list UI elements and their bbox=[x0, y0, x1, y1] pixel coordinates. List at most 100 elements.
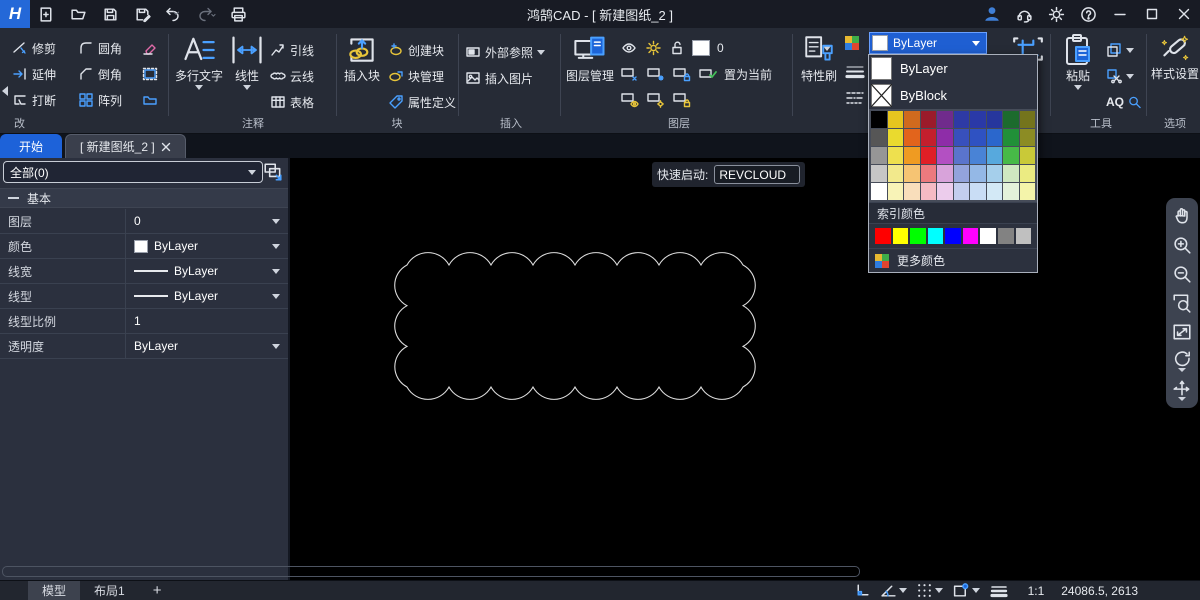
layer-freeze-icon[interactable] bbox=[646, 66, 666, 82]
undo-button[interactable] bbox=[158, 1, 190, 27]
maximize-button[interactable] bbox=[1136, 1, 1168, 27]
new-file-button[interactable] bbox=[30, 1, 62, 27]
palette-swatch[interactable] bbox=[1020, 111, 1036, 128]
palette-swatch[interactable] bbox=[954, 183, 970, 200]
color-option-bylayer[interactable]: ByLayer bbox=[869, 55, 1037, 82]
tab-start[interactable]: 开始 bbox=[0, 134, 62, 158]
palette-swatch[interactable] bbox=[871, 111, 887, 128]
index-color-swatch[interactable] bbox=[945, 228, 961, 244]
app-logo-icon[interactable]: H bbox=[0, 0, 30, 28]
polar-tracking-button[interactable] bbox=[880, 582, 907, 599]
palette-swatch[interactable] bbox=[921, 111, 937, 128]
palette-swatch[interactable] bbox=[1003, 147, 1019, 164]
mtext-button[interactable]: 多行文字 bbox=[172, 32, 226, 90]
tab-close-icon[interactable] bbox=[161, 142, 171, 152]
tab-drawing[interactable]: [ 新建图纸_2 ] bbox=[65, 134, 186, 158]
layer-visible-eye-icon[interactable] bbox=[620, 40, 638, 56]
layer-unlock-icon[interactable] bbox=[669, 40, 685, 56]
array-button[interactable]: 阵列 bbox=[78, 92, 138, 109]
layer-thaw-sun-icon[interactable] bbox=[645, 40, 662, 56]
settings-button[interactable] bbox=[1040, 1, 1072, 27]
find-replace-button[interactable]: AQ bbox=[1106, 95, 1141, 109]
style-settings-button[interactable]: 样式设置 bbox=[1150, 32, 1200, 81]
zoom-window-button[interactable] bbox=[1169, 290, 1195, 316]
palette-swatch[interactable] bbox=[970, 111, 986, 128]
index-color-swatch[interactable] bbox=[910, 228, 926, 244]
selection-filter-combobox[interactable]: 全部(0) bbox=[3, 161, 263, 183]
ortho-mode-icon[interactable] bbox=[854, 582, 871, 599]
add-layout-button[interactable]: + bbox=[139, 581, 176, 600]
grid-snap-button[interactable] bbox=[916, 582, 943, 599]
folder-tool-button[interactable] bbox=[142, 92, 158, 108]
layer-thaw-all-icon[interactable] bbox=[646, 92, 666, 108]
attribute-define-button[interactable]: 属性定义 bbox=[388, 94, 456, 111]
model-tab[interactable]: 模型 bbox=[28, 581, 80, 600]
orbit-button[interactable] bbox=[1169, 348, 1195, 374]
cut-button[interactable] bbox=[1106, 68, 1134, 84]
index-color-swatch[interactable] bbox=[928, 228, 944, 244]
quick-select-button[interactable] bbox=[261, 160, 285, 184]
lineweight-icon[interactable] bbox=[845, 64, 865, 80]
palette-swatch[interactable] bbox=[1003, 165, 1019, 182]
property-value[interactable]: ByLayer bbox=[125, 234, 288, 258]
index-color-swatch[interactable] bbox=[963, 228, 979, 244]
color-wheel-icon[interactable] bbox=[845, 36, 859, 50]
palette-swatch[interactable] bbox=[987, 183, 1003, 200]
create-block-button[interactable]: 创建块 bbox=[388, 42, 444, 59]
index-color-swatch[interactable] bbox=[1016, 228, 1032, 244]
print-button[interactable] bbox=[222, 1, 254, 27]
pan-button[interactable] bbox=[1169, 203, 1195, 229]
palette-swatch[interactable] bbox=[937, 111, 953, 128]
layer-off-icon[interactable] bbox=[620, 66, 640, 82]
layer-color-swatch[interactable] bbox=[692, 40, 710, 56]
close-button[interactable] bbox=[1168, 1, 1200, 27]
match-properties-button[interactable]: 特性刷 bbox=[795, 32, 843, 83]
palette-swatch[interactable] bbox=[954, 165, 970, 182]
command-line-bar[interactable] bbox=[2, 566, 860, 577]
palette-swatch[interactable] bbox=[904, 111, 920, 128]
linetype-icon[interactable] bbox=[845, 90, 865, 106]
minimize-button[interactable] bbox=[1104, 1, 1136, 27]
palette-swatch[interactable] bbox=[871, 183, 887, 200]
palette-swatch[interactable] bbox=[1003, 111, 1019, 128]
palette-swatch[interactable] bbox=[888, 111, 904, 128]
palette-swatch[interactable] bbox=[987, 129, 1003, 146]
property-value[interactable]: ByLayer bbox=[125, 334, 288, 358]
palette-swatch[interactable] bbox=[904, 183, 920, 200]
help-button[interactable] bbox=[1072, 1, 1104, 27]
insert-image-button[interactable]: 插入图片 bbox=[465, 70, 533, 87]
insert-block-button[interactable]: 插入块 bbox=[340, 32, 384, 83]
move-view-button[interactable] bbox=[1169, 377, 1195, 403]
palette-swatch[interactable] bbox=[954, 111, 970, 128]
palette-swatch[interactable] bbox=[888, 129, 904, 146]
drawing-canvas[interactable]: 快速启动: bbox=[290, 158, 1200, 580]
paste-button[interactable]: 粘贴 bbox=[1056, 32, 1100, 90]
palette-swatch[interactable] bbox=[871, 147, 887, 164]
palette-swatch[interactable] bbox=[1003, 183, 1019, 200]
block-manager-button[interactable]: 块管理 bbox=[388, 68, 444, 85]
property-value[interactable]: ByLayer bbox=[125, 259, 288, 283]
xref-button[interactable]: 外部参照 bbox=[465, 44, 545, 61]
palette-swatch[interactable] bbox=[937, 183, 953, 200]
user-account-button[interactable] bbox=[976, 1, 1008, 27]
index-color-swatch[interactable] bbox=[998, 228, 1014, 244]
palette-swatch[interactable] bbox=[871, 165, 887, 182]
layout1-tab[interactable]: 布局1 bbox=[80, 581, 139, 600]
palette-swatch[interactable] bbox=[871, 129, 887, 146]
palette-swatch[interactable] bbox=[937, 147, 953, 164]
palette-swatch[interactable] bbox=[937, 165, 953, 182]
palette-swatch[interactable] bbox=[904, 165, 920, 182]
revcloud-button[interactable]: 云线 bbox=[270, 68, 314, 85]
palette-swatch[interactable] bbox=[970, 147, 986, 164]
color-option-byblock[interactable]: ByBlock bbox=[869, 82, 1037, 109]
set-current-label[interactable]: 置为当前 bbox=[724, 66, 772, 83]
palette-swatch[interactable] bbox=[937, 129, 953, 146]
revision-cloud-drawing[interactable] bbox=[290, 158, 1200, 580]
set-current-layer-icon[interactable] bbox=[698, 66, 718, 82]
palette-swatch[interactable] bbox=[921, 165, 937, 182]
layer-manager-button[interactable]: 图层管理 bbox=[566, 32, 614, 83]
index-color-swatch[interactable] bbox=[980, 228, 996, 244]
palette-swatch[interactable] bbox=[1020, 147, 1036, 164]
save-button[interactable] bbox=[94, 1, 126, 27]
palette-swatch[interactable] bbox=[888, 165, 904, 182]
